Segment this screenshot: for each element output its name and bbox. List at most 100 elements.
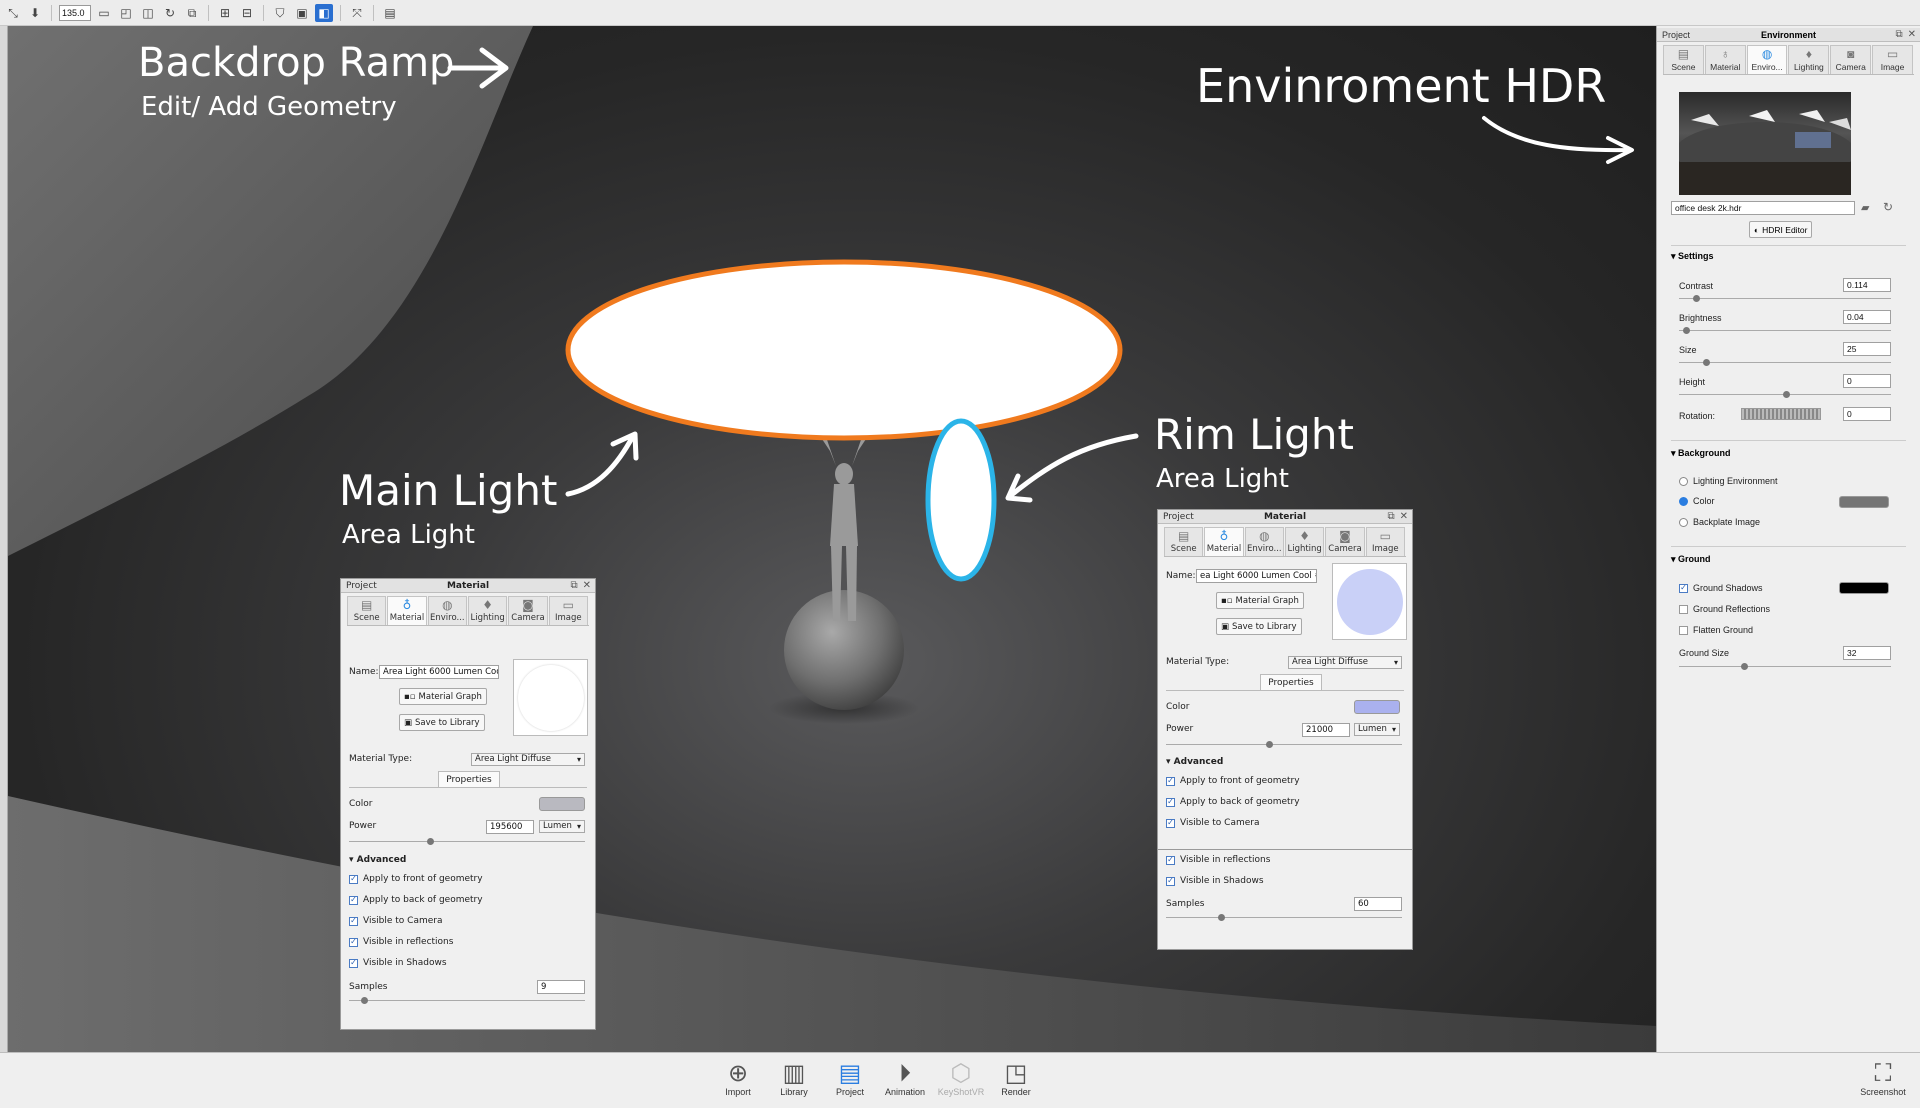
check-reflections[interactable]: ✓ Visible in reflections	[349, 937, 587, 947]
tab-lighting[interactable]: ♦ Lighting	[1284, 527, 1325, 556]
check-back[interactable]: ✓ Apply to back of geometry	[349, 895, 587, 905]
material-graph-button[interactable]: ▪▫ Material Graph	[1216, 592, 1304, 609]
background-section[interactable]: ▾ Background	[1671, 448, 1912, 459]
check-front[interactable]: ✓ Apply to front of geometry	[349, 874, 587, 884]
checkbox-checked-icon[interactable]: ✓	[1166, 876, 1175, 886]
checkbox-checked-icon[interactable]: ✓	[349, 874, 358, 884]
samples-slider[interactable]	[349, 997, 585, 1004]
slider-knob[interactable]	[1693, 295, 1700, 302]
tab-environment[interactable]: ◍ Enviro...	[427, 596, 467, 625]
advanced-section[interactable]: ▾ Advanced	[349, 855, 587, 865]
hdri-editor-button[interactable]: ◐ HDRI Editor	[1749, 221, 1813, 238]
down-arrow-icon[interactable]: ⬇	[26, 4, 44, 22]
checkbox-checked-icon[interactable]: ✓	[1166, 818, 1175, 828]
contrast-slider[interactable]	[1679, 295, 1891, 302]
power-unit-dropdown[interactable]: Lumen	[539, 820, 585, 833]
bg-lighting-env-option[interactable]: Lighting Environment	[1679, 476, 1912, 486]
render-button[interactable]: ◳ Render	[989, 1059, 1043, 1097]
slider-knob[interactable]	[1683, 327, 1690, 334]
grid-icon[interactable]: ⊞	[216, 4, 234, 22]
tab-camera[interactable]: ◙ Camera	[1830, 45, 1872, 74]
tab-lighting[interactable]: ♦ Lighting	[467, 596, 508, 625]
crop-icon[interactable]: ⧉	[183, 4, 201, 22]
shape-icon[interactable]: ◫	[139, 4, 157, 22]
shield-icon[interactable]: ⛉	[271, 4, 289, 22]
color-swatch[interactable]	[539, 797, 585, 811]
check-front[interactable]: ✓ Apply to front of geometry	[1166, 776, 1404, 786]
slider-knob[interactable]	[1703, 359, 1710, 366]
tab-scene[interactable]: ▤ Scene	[347, 596, 387, 625]
ground-section[interactable]: ▾ Ground	[1671, 554, 1912, 565]
size-field[interactable]: 25	[1843, 342, 1891, 356]
slider-knob[interactable]	[1218, 914, 1225, 921]
save-to-library-button[interactable]: ▣ Save to Library	[399, 714, 485, 731]
tab-environment[interactable]: ◍ Enviro...	[1746, 45, 1788, 74]
check-shadows[interactable]: ✓ Visible in Shadows	[1166, 876, 1404, 886]
checkbox-checked-icon[interactable]: ✓	[349, 895, 358, 905]
power-unit-dropdown[interactable]: Lumen	[1354, 723, 1400, 736]
zoom-field[interactable]: 135.0	[59, 4, 91, 21]
hdr-thumbnail[interactable]	[1679, 92, 1851, 195]
rotation-dial[interactable]	[1741, 408, 1821, 420]
slider-knob[interactable]	[361, 997, 368, 1004]
checkbox-checked-icon[interactable]: ✓	[349, 958, 358, 968]
power-field[interactable]: 21000	[1302, 723, 1350, 737]
refresh-icon[interactable]: ↻	[1883, 200, 1893, 214]
tab-camera[interactable]: ◙ Camera	[1325, 527, 1365, 556]
material-type-dropdown[interactable]: Area Light Diffuse	[1288, 656, 1402, 669]
samples-field[interactable]: 60	[1354, 897, 1402, 911]
close-icon[interactable]: ✕	[1908, 29, 1916, 40]
close-icon[interactable]: ✕	[583, 580, 591, 591]
material-graph-button[interactable]: ▪▫ Material Graph	[399, 688, 487, 705]
checkbox-checked-icon[interactable]: ✓	[1679, 583, 1688, 593]
screenshot-button[interactable]: ⛶ Screenshot	[1856, 1059, 1910, 1097]
properties-tab[interactable]: Properties	[1260, 674, 1322, 690]
advanced-section[interactable]: ▾ Advanced	[1166, 757, 1404, 767]
bg-color-swatch[interactable]	[1839, 496, 1889, 508]
fit-icon[interactable]: ⤡	[4, 4, 22, 22]
ground-shadow-color-swatch[interactable]	[1839, 582, 1889, 594]
rotation-field[interactable]: 0	[1843, 407, 1891, 421]
ground-reflections-check[interactable]: Ground Reflections	[1679, 604, 1912, 614]
folder-icon[interactable]: ▰	[1861, 201, 1869, 214]
save-to-library-button[interactable]: ▣ Save to Library	[1216, 618, 1302, 635]
tab-image[interactable]: ▭ Image	[1872, 45, 1913, 74]
color-swatch[interactable]	[1354, 700, 1400, 714]
close-icon[interactable]: ✕	[1400, 511, 1408, 522]
checkbox-checked-icon[interactable]: ✓	[1166, 797, 1175, 807]
slider-knob[interactable]	[1266, 741, 1273, 748]
height-slider[interactable]	[1679, 391, 1891, 398]
settings-section[interactable]: ▾ Settings	[1671, 251, 1912, 262]
checkbox-icon[interactable]	[1679, 604, 1688, 614]
popout-icon[interactable]: ⧉	[570, 580, 577, 591]
samples-field[interactable]: 9	[537, 980, 585, 994]
stretch-icon[interactable]: ⤧	[348, 4, 366, 22]
tab-camera[interactable]: ◙ Camera	[508, 596, 548, 625]
tab-image[interactable]: ▭ Image	[548, 596, 588, 625]
radio-selected-icon[interactable]	[1679, 496, 1688, 506]
slider-knob[interactable]	[1783, 391, 1790, 398]
popout-icon[interactable]: ⧉	[1387, 511, 1394, 522]
radio-icon[interactable]	[1679, 476, 1688, 486]
ground-size-field[interactable]: 32	[1843, 646, 1891, 660]
checkbox-checked-icon[interactable]: ✓	[1166, 855, 1175, 865]
name-field[interactable]: Area Light 6000 Lumen Cool	[379, 665, 499, 679]
check-back[interactable]: ✓ Apply to back of geometry	[1166, 797, 1404, 807]
tab-material[interactable]: ♁ Material	[1204, 527, 1244, 556]
screen-icon[interactable]: ▭	[95, 4, 113, 22]
samples-slider[interactable]	[1166, 914, 1402, 921]
power-field[interactable]: 195600	[486, 820, 534, 834]
image-icon[interactable]: ▣	[293, 4, 311, 22]
animation-button[interactable]: ⏵ Animation	[878, 1059, 932, 1097]
check-reflections[interactable]: ✓ Visible in reflections	[1166, 855, 1404, 865]
height-field[interactable]: 0	[1843, 374, 1891, 388]
popout-icon[interactable]: ⧉	[1895, 29, 1902, 40]
power-slider[interactable]	[1166, 741, 1402, 748]
checkbox-checked-icon[interactable]: ✓	[1166, 776, 1175, 786]
bg-backplate-option[interactable]: Backplate Image	[1679, 517, 1912, 527]
tab-scene[interactable]: ▤ Scene	[1663, 45, 1704, 74]
properties-tab[interactable]: Properties	[438, 771, 500, 787]
library-button[interactable]: ▥ Library	[767, 1059, 821, 1097]
check-camera[interactable]: ✓ Visible to Camera	[1166, 818, 1404, 828]
checkbox-icon[interactable]	[1679, 625, 1688, 635]
